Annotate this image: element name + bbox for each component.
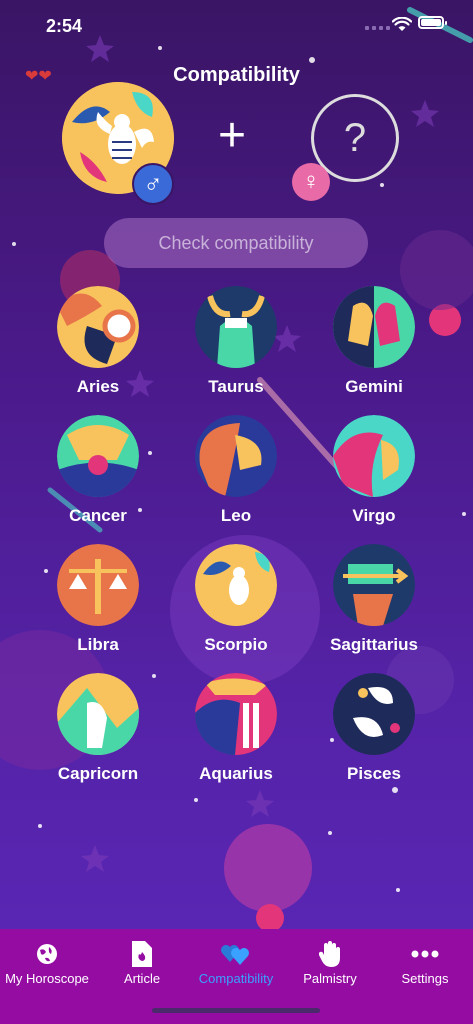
sign-aquarius[interactable]: Aquarius [181,673,291,784]
sign-taurus[interactable]: Taurus [181,286,291,397]
taurus-icon [195,286,277,368]
sign-cancer[interactable]: Cancer [43,415,153,526]
sign-name: Libra [77,635,119,654]
tab-palmistry[interactable]: Palmistry [283,929,377,999]
tab-my-horoscope[interactable]: My Horoscope [0,929,94,999]
sign-name: Leo [220,506,252,525]
sign-name: Capricorn [57,764,139,783]
globe-icon [0,937,94,971]
tab-settings[interactable]: Settings [378,929,472,999]
status-time: 2:54 [46,16,83,36]
tab-label: Palmistry [303,971,357,986]
battery-icon [418,16,447,29]
sign-name: Aries [76,377,120,396]
sign-name: Cancer [69,506,127,525]
pisces-icon [333,673,415,755]
sign-name: Gemini [345,377,403,396]
tab-label: Article [123,971,161,986]
sign-libra[interactable]: Libra [43,544,153,655]
more-icon [378,937,472,971]
document-icon [95,937,189,971]
sign-name: Pisces [347,764,401,783]
status-bar: 2:54 [0,0,473,52]
home-indicator [152,1008,320,1013]
cancer-icon [57,415,139,497]
sign-name: Taurus [208,377,264,396]
sign-gemini[interactable]: Gemini [319,286,429,397]
aquarius-icon [195,673,277,755]
tab-article[interactable]: Article [95,929,189,999]
sign-name: Virgo [352,506,396,525]
libra-icon [57,544,139,626]
scorpio-icon [195,544,277,626]
sign-leo[interactable]: Leo [181,415,291,526]
plus-icon: + [218,109,247,162]
sign-virgo[interactable]: Virgo [319,415,429,526]
sign-sagittarius[interactable]: Sagittarius [319,544,429,655]
tab-label: Settings [401,971,449,986]
sign-pisces[interactable]: Pisces [319,673,429,784]
aries-icon [57,286,139,368]
cellular-signal-icon [365,26,390,30]
tab-label: My Horoscope [5,971,89,986]
virgo-icon [333,415,415,497]
sign-aries[interactable]: Aries [43,286,153,397]
sagittarius-icon [333,544,415,626]
male-icon: ♂ [132,163,174,205]
sign-scorpio[interactable]: Scorpio [181,544,291,655]
tab-label: Compatibility [198,971,274,986]
gemini-icon [333,286,415,368]
sign-name: Aquarius [199,764,273,783]
page-title: Compatibility [173,64,300,86]
sign-capricorn[interactable]: Capricorn [43,673,153,784]
female-icon: ♀ [292,163,330,201]
capricorn-icon [57,673,139,755]
question-icon: ? [343,115,367,160]
check-compatibility-button[interactable]: Check compatibility [104,218,368,268]
sign-name: Scorpio [204,635,268,654]
compatibility-screen: 2:54 ❤❤ Compatibility ♂ + ? ♀ Check comp… [0,0,473,1024]
hearts-icon [189,937,283,971]
leo-icon [195,415,277,497]
sign-name: Sagittarius [330,635,418,654]
wifi-icon [392,17,412,31]
tab-compatibility[interactable]: Compatibility [189,929,283,999]
hand-icon [283,937,377,971]
